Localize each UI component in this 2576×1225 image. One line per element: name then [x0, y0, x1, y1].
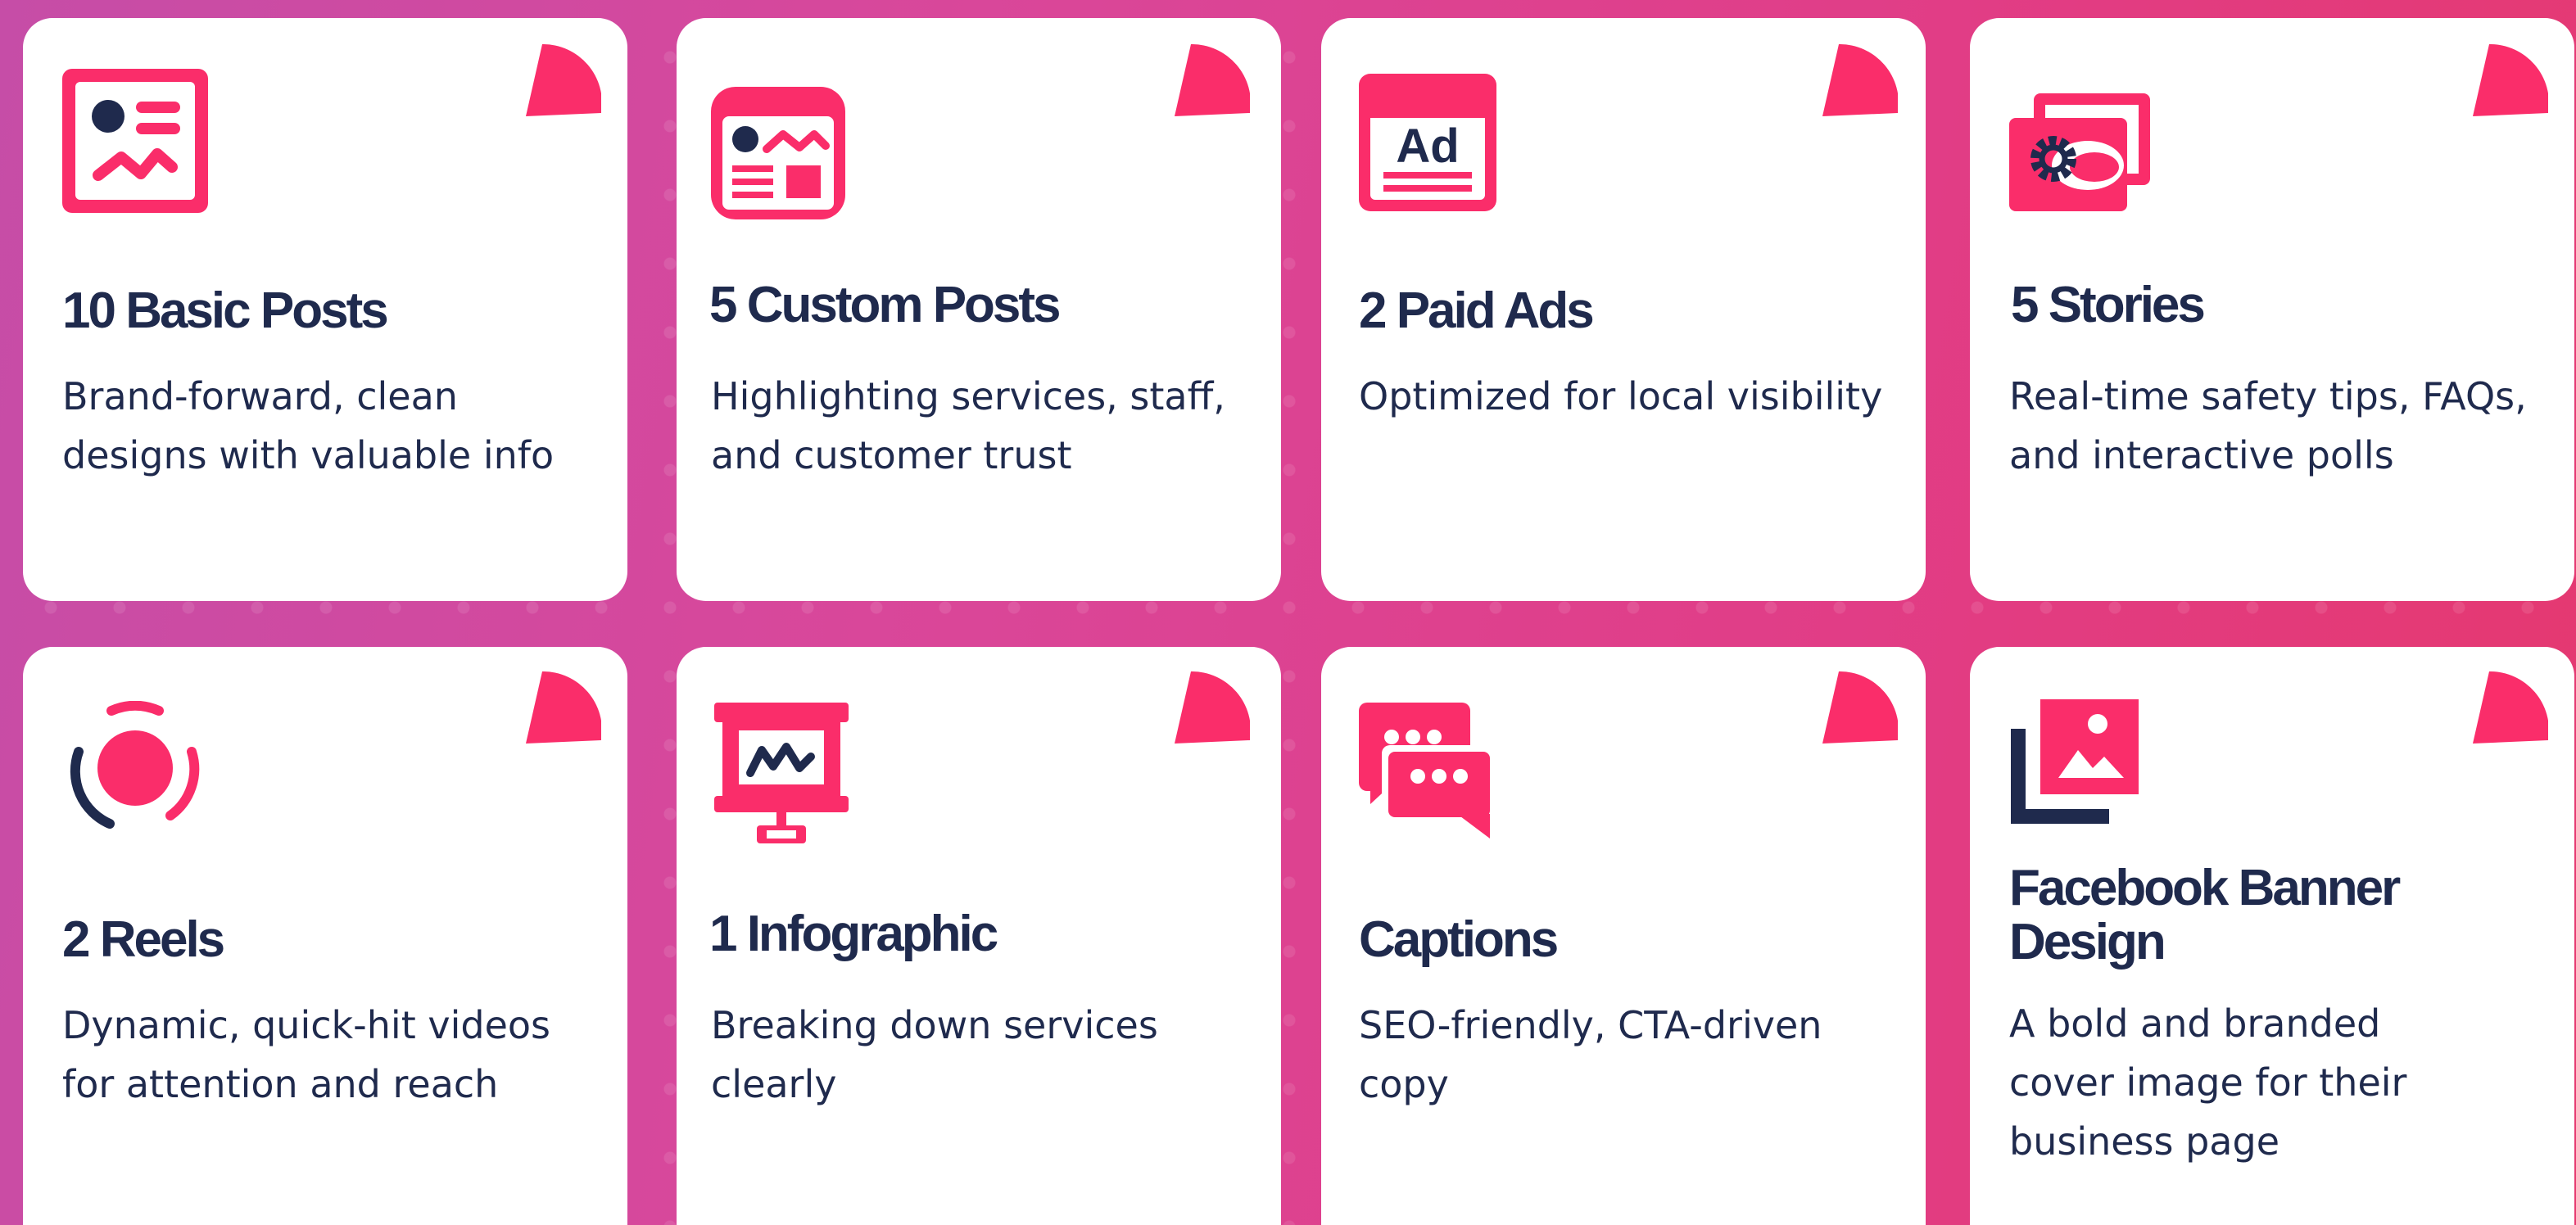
custom-post-icon: [711, 87, 845, 224]
stories-icon: [2009, 93, 2150, 215]
infographic-icon: [714, 703, 849, 848]
corner-accent-shape: [526, 44, 601, 116]
corner-accent-shape: [1822, 44, 1898, 116]
card-description: Optimized for local visibility: [1359, 374, 1883, 418]
card-title: 10 Basic Posts: [62, 283, 389, 339]
card-reels: 2 Reels Dynamic, quick-hit videos for at…: [23, 647, 627, 1225]
card-description: SEO-friendly, CTA-driven copy: [1359, 1003, 1822, 1106]
ad-icon-text: Ad: [1396, 120, 1459, 173]
card-basic-posts: 10 Basic Posts Brand-forward, clean desi…: [23, 18, 627, 601]
corner-accent-shape: [1175, 44, 1250, 116]
card-description: Dynamic, quick-hit videos for attention …: [62, 1003, 550, 1106]
card-title: 5 Custom Posts: [709, 277, 1062, 333]
card-infographic: 1 Infographic Breaking down services cle…: [677, 647, 1281, 1225]
captions-icon: [1359, 703, 1493, 843]
corner-accent-shape: [526, 671, 601, 744]
card-description: Breaking down services clearly: [711, 1003, 1158, 1106]
card-paid-ads: Ad 2 Paid Ads Optimized for local visibi…: [1321, 18, 1926, 601]
banner-image-icon: [2011, 699, 2139, 828]
card-title: Facebook Banner Design: [2009, 860, 2401, 970]
card-captions: Captions SEO-friendly, CTA-driven copy: [1321, 647, 1926, 1225]
card-title: 1 Infographic: [709, 906, 998, 962]
corner-accent-shape: [2473, 671, 2548, 744]
card-title: 2 Reels: [62, 911, 225, 968]
card-description: Brand-forward, clean designs with valuab…: [62, 374, 555, 477]
card-title: 2 Paid Ads: [1359, 283, 1595, 339]
card-description: A bold and branded cover image for their…: [2009, 1001, 2407, 1164]
card-title: 5 Stories: [2011, 277, 2206, 333]
corner-accent-shape: [1822, 671, 1898, 744]
card-description: Real-time safety tips, FAQs, and interac…: [2009, 374, 2527, 477]
card-custom-posts: 5 Custom Posts Highlighting services, st…: [677, 18, 1281, 601]
card-stories: 5 Stories Real-time safety tips, FAQs, a…: [1970, 18, 2574, 601]
corner-accent-shape: [1175, 671, 1250, 744]
card-description: Highlighting services, staff, and custom…: [711, 374, 1225, 477]
card-title: Captions: [1359, 911, 1559, 968]
reels-icon: [67, 700, 203, 836]
basic-post-icon: [62, 69, 208, 217]
ad-icon: Ad: [1359, 74, 1496, 215]
corner-accent-shape: [2473, 44, 2548, 116]
card-facebook-banner-design: Facebook Banner Design A bold and brande…: [1970, 647, 2574, 1225]
